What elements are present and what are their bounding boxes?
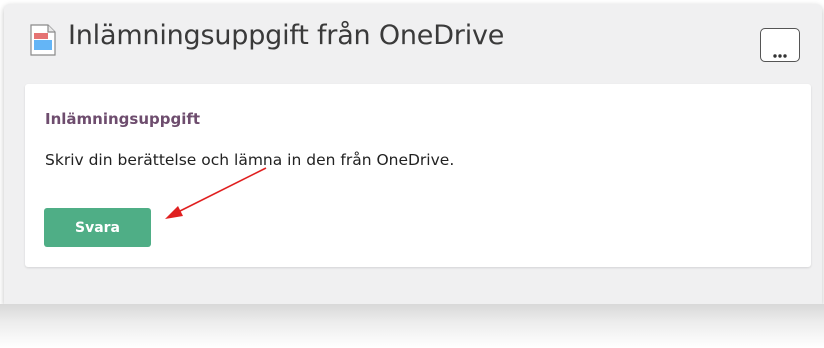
reply-button[interactable]: Svara (44, 208, 151, 247)
screenshot-frame: Inlämningsuppgift från OneDrive Inlämnin… (0, 0, 824, 348)
assignment-description: Skriv din berättelse och lämna in den fr… (45, 151, 455, 169)
assignment-panel: Inlämningsuppgift från OneDrive Inlämnin… (4, 4, 822, 304)
page-title: Inlämningsuppgift från OneDrive (68, 20, 505, 51)
bottom-shadow (0, 304, 824, 348)
panel-header: Inlämningsuppgift från OneDrive (4, 4, 822, 80)
assignment-heading: Inlämningsuppgift (45, 110, 201, 128)
document-icon (30, 24, 56, 56)
assignment-card: Inlämningsuppgift Skriv din berättelse o… (25, 84, 811, 267)
more-options-button[interactable] (760, 28, 800, 62)
ellipsis-icon (773, 43, 787, 58)
